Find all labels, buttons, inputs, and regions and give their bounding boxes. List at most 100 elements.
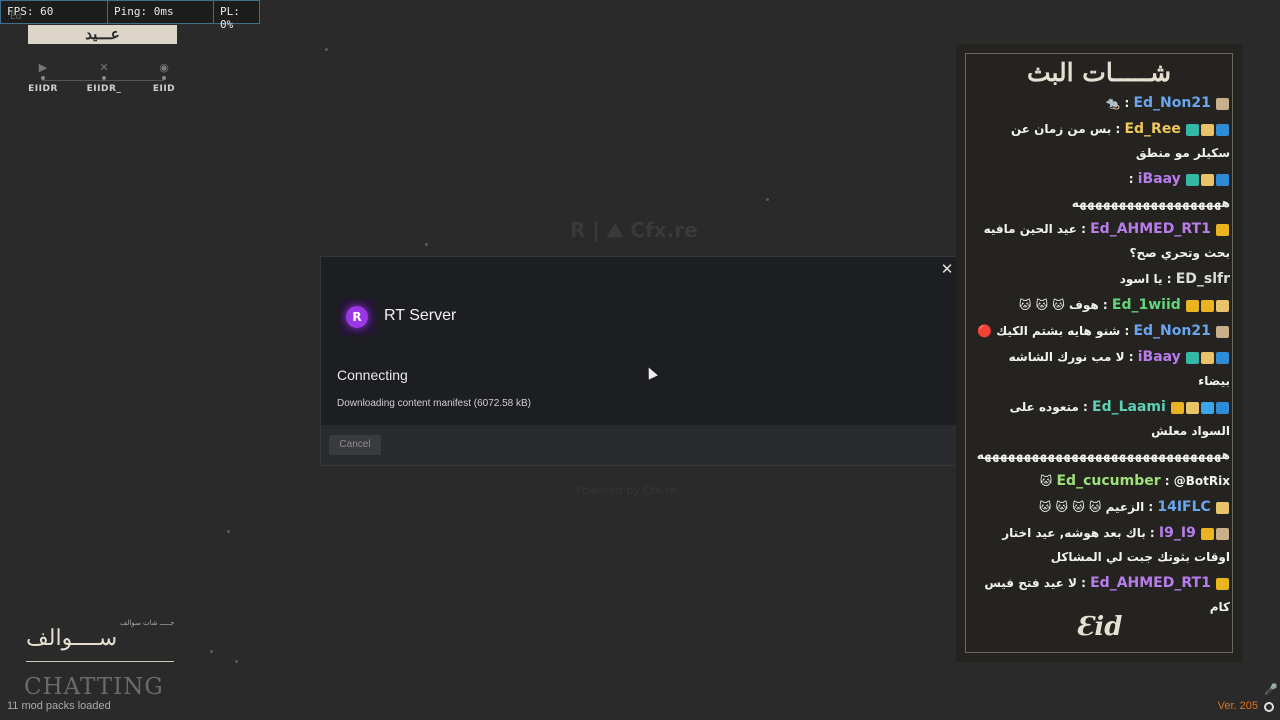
badge-group [1185, 298, 1230, 312]
chat-message: Ed_Laami : متعوده على السواد معلش هههههه… [974, 395, 1230, 467]
logo-sub: Ed [10, 12, 22, 22]
badge-group [1185, 172, 1230, 186]
user-badge-icon [1201, 351, 1214, 364]
chat-username: Ed_Laami [1092, 399, 1166, 415]
packet-loss-readout: PL: 0% [220, 5, 240, 31]
badge-group [1215, 96, 1230, 110]
user-badge-icon [1171, 401, 1184, 414]
user-badge-icon [1186, 299, 1199, 312]
user-badge-icon [1201, 123, 1214, 136]
user-badge-icon [1201, 401, 1214, 414]
badge-group [1170, 400, 1230, 414]
connection-detail: Downloading content manifest (6072.58 kB… [337, 398, 532, 409]
badge-group [1200, 526, 1230, 540]
chat-message: ED_slfr : يا اسود [974, 267, 1230, 291]
chat-username: Ed_Non21 [1133, 323, 1211, 339]
x-icon: ✕ [99, 61, 109, 74]
social-label-discord: EIID [152, 84, 176, 94]
chat-message: Ed_Non21 : شنو هايه بشتم الكيك 🔴 [974, 319, 1230, 343]
social-dot [41, 76, 45, 80]
user-badge-icon [1216, 123, 1229, 136]
user-badge-icon [1216, 577, 1229, 590]
chat-message: iBaay : هههههههههههههههههههه [974, 167, 1230, 215]
chat-text: : باك بعد هوشه, عيد اختار اوقات بثوتك جب… [1002, 526, 1230, 564]
badge-group [1185, 350, 1230, 364]
chat-text: : 🐀 [1105, 96, 1130, 110]
social-dot [162, 76, 166, 80]
chat-username: Ed_AHMED_RT1 [1090, 575, 1211, 591]
chat-message: Ed_AHMED_RT1 : عيد الحين مافيه بحث وتحري… [974, 217, 1230, 265]
badge-group [1215, 222, 1230, 236]
cfx-watermark-sub: Powered by Cfx.re [576, 484, 676, 497]
cancel-button[interactable]: Cancel [329, 435, 381, 455]
chat-message: iBaay : لا مب نورك الشاشه بيضاء [974, 345, 1230, 393]
user-badge-icon [1186, 123, 1199, 136]
chat-username: Ed_AHMED_RT1 [1090, 221, 1211, 237]
connecting-dialog: ✕ R RT Server Connecting Downloading con… [320, 256, 962, 466]
close-icon[interactable]: ✕ [939, 261, 955, 277]
chat-brand-logo: Ɛid [1075, 612, 1123, 642]
performance-stats-bar: FPS: 60 Ping: 0ms PL: 0% [0, 0, 260, 31]
social-youtube: ▶ EIIDR [13, 62, 73, 94]
stream-chat-panel: شـــــات البث Ed_Non21 : 🐀 Ed_Ree : بس م… [956, 44, 1242, 662]
user-badge-icon [1216, 401, 1229, 414]
chat-username: iBaay [1137, 171, 1181, 187]
chat-text: : يا اسود [1119, 272, 1172, 286]
chat-username: 14IFLC [1157, 499, 1211, 515]
chat-username: ED_slfr [1175, 271, 1230, 287]
social-x: ✕ EIIDR_ [74, 62, 134, 94]
chat-username: Ed_cucumber [1056, 473, 1161, 489]
user-badge-icon [1216, 325, 1229, 338]
chat-message: Ed_Non21 : 🐀 [974, 91, 1230, 115]
user-badge-icon [1216, 223, 1229, 236]
chat-message: Ed_1wiid : هوف 🐱 🐱 🐱 [974, 293, 1230, 317]
user-badge-icon [1201, 173, 1214, 186]
chat-messages: Ed_Non21 : 🐀 Ed_Ree : بس من زمان عن سكيل… [974, 91, 1230, 621]
chatting-title: CHATTING [24, 674, 164, 700]
social-discord: ◉ EIID [134, 62, 194, 94]
user-badge-icon [1216, 351, 1229, 364]
discord-icon: ◉ [159, 61, 169, 74]
badge-group [1215, 576, 1230, 590]
chat-username: iBaay [1137, 349, 1181, 365]
social-label-youtube: EIIDR [28, 84, 58, 94]
user-badge-icon [1216, 173, 1229, 186]
connection-status: Connecting [337, 367, 408, 383]
user-badge-icon [1216, 527, 1229, 540]
user-badge-icon [1186, 401, 1199, 414]
version-label: Ver. 205 [1217, 700, 1258, 712]
chatting-divider [26, 661, 174, 662]
social-label-x: EIIDR_ [86, 84, 122, 94]
mod-packs-status: 11 mod packs loaded [7, 700, 111, 712]
dialog-footer: Cancel [321, 425, 961, 465]
chat-username: I9_I9 [1158, 525, 1196, 541]
user-badge-icon [1186, 173, 1199, 186]
youtube-icon: ▶ [38, 61, 48, 74]
chat-message: I9_I9 : باك بعد هوشه, عيد اختار اوقات بث… [974, 521, 1230, 569]
microphone-icon: 🎤 [1264, 683, 1278, 696]
user-badge-icon [1201, 299, 1214, 312]
chat-message: 14IFLC : الزعيم 🐱 🐱 🐱 🐱 [974, 495, 1230, 519]
server-name: RT Server [384, 307, 457, 324]
cfx-watermark: R | ⛰ Cfx.re [570, 218, 698, 242]
chat-text: : شنو هايه بشتم الكيك 🔴 [977, 324, 1130, 338]
badge-group [1185, 122, 1230, 136]
chat-username: Ed_Non21 [1133, 95, 1211, 111]
chat-message: Ed_cucumber : @BotRix 🐱 [974, 469, 1230, 493]
streamer-logo: عـــيد [28, 25, 177, 44]
chat-text: : الزعيم 🐱 🐱 🐱 🐱 [1038, 500, 1154, 514]
user-badge-icon [1201, 527, 1214, 540]
social-dot [102, 76, 106, 80]
chatting-title-arabic: ســــوالف [26, 626, 118, 651]
chat-message: Ed_Ree : بس من زمان عن سكيلر مو منطق [974, 117, 1230, 165]
ping-readout: Ping: 0ms [108, 1, 214, 23]
settings-icon[interactable] [1264, 702, 1274, 712]
chat-username: Ed_Ree [1124, 121, 1181, 137]
chat-title: شـــــات البث [1026, 58, 1172, 87]
server-logo: R [339, 299, 375, 335]
user-badge-icon [1216, 501, 1229, 514]
server-logo-icon: R [346, 306, 368, 328]
badge-group [1215, 500, 1230, 514]
badge-group [1215, 324, 1230, 338]
chat-username: Ed_1wiid [1111, 297, 1181, 313]
